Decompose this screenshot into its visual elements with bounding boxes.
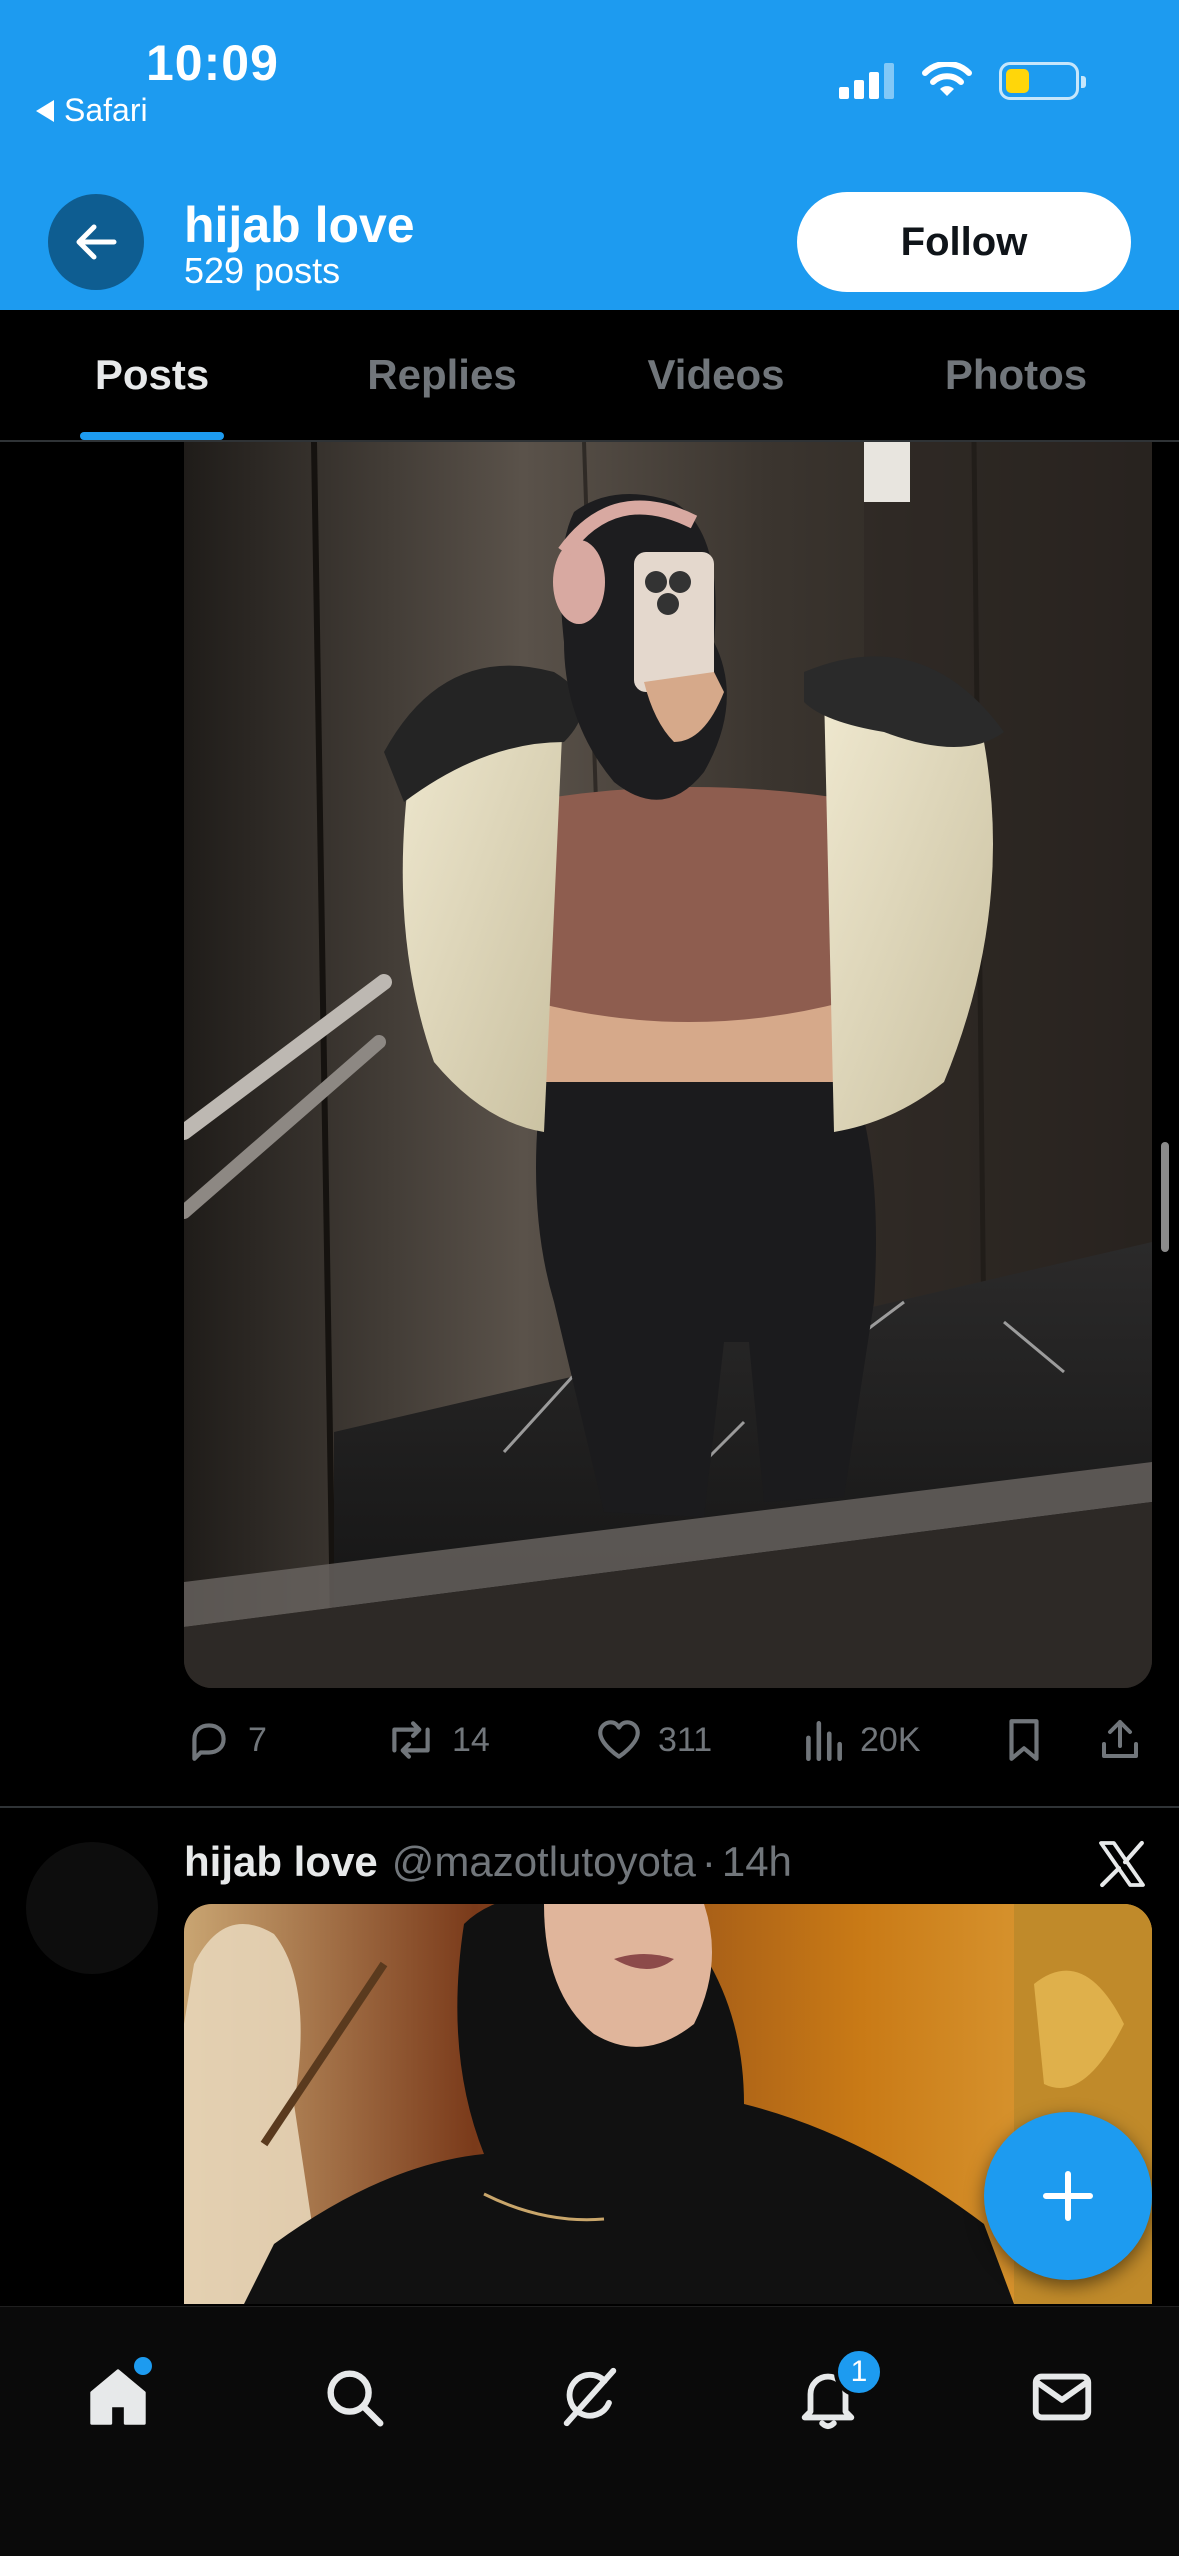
nav-grok[interactable] (540, 2347, 640, 2447)
profile-tabs: Posts Replies Videos Photos (0, 310, 1179, 442)
separator-dot: · (701, 1838, 716, 1885)
battery-fill (1006, 69, 1030, 93)
share-icon (1102, 1720, 1138, 1758)
back-button[interactable] (48, 194, 144, 290)
post-time[interactable]: 14h (722, 1838, 792, 1886)
status-time: 10:09 (146, 35, 279, 91)
tab-replies[interactable]: Replies (330, 310, 554, 440)
reply-action[interactable]: 7 (184, 1710, 267, 1770)
reply-count: 7 (248, 1720, 267, 1759)
profile-name: hijab love (184, 197, 415, 253)
tab-posts[interactable]: Posts (40, 310, 264, 440)
reply-icon (192, 1723, 226, 1761)
cellular-signal-icon (839, 63, 894, 99)
views-count: 20K (860, 1720, 921, 1759)
compose-post-button[interactable] (984, 2112, 1152, 2280)
messages-icon (1032, 2373, 1092, 2421)
grok-icon (563, 2367, 617, 2427)
nav-home[interactable] (68, 2347, 168, 2447)
plus-icon (1043, 2171, 1093, 2221)
like-action[interactable]: 311 (594, 1710, 712, 1770)
elevator-selfie-image (184, 442, 1152, 1688)
back-triangle-icon (36, 99, 54, 122)
repost-icon (392, 1721, 430, 1759)
author-handle[interactable]: @mazotlutoyota (392, 1838, 696, 1886)
post-media-photo[interactable] (184, 442, 1152, 1688)
bookmark-icon (1009, 1719, 1039, 1761)
avatar[interactable] (26, 1842, 158, 1974)
scrollbar[interactable] (1161, 1142, 1169, 1252)
profile-screen: 10:09 Safari hijab love 529 posts Follow… (0, 0, 1179, 2556)
repost-count: 14 (452, 1720, 490, 1759)
post-divider (0, 1806, 1179, 1808)
views-chart-icon (806, 1721, 842, 1762)
back-app-label: Safari (64, 92, 148, 128)
search-icon (327, 2370, 384, 2427)
wifi-icon (922, 62, 972, 96)
bookmark-action[interactable] (1002, 1710, 1046, 1770)
follow-button[interactable]: Follow (797, 192, 1131, 292)
arrow-left-icon (76, 224, 117, 260)
author-name[interactable]: hijab love (184, 1838, 378, 1886)
post-count: 529 posts (184, 250, 341, 291)
share-action[interactable] (1096, 1710, 1144, 1770)
tab-videos[interactable]: Videos (604, 310, 828, 440)
post-actions: 7 14 311 20K (184, 1710, 1144, 1770)
views-action[interactable]: 20K (800, 1710, 921, 1770)
nav-messages[interactable] (1012, 2347, 1112, 2447)
x-logo-icon[interactable] (1094, 1836, 1150, 1892)
repost-action[interactable]: 14 (384, 1710, 490, 1770)
like-count: 311 (658, 1720, 713, 1759)
tab-photos[interactable]: Photos (904, 310, 1128, 440)
profile-header: 10:09 Safari hijab love 529 posts Follow (0, 0, 1179, 310)
bottom-navigation: 1 (0, 2306, 1179, 2556)
battery-icon (999, 62, 1086, 100)
home-new-dot (134, 2357, 152, 2375)
active-tab-indicator (80, 432, 224, 440)
notification-badge: 1 (834, 2347, 884, 2397)
nav-search[interactable] (304, 2347, 404, 2447)
status-icons (839, 62, 1086, 100)
post-header: hijab love @mazotlutoyota · 14h (184, 1832, 792, 1892)
heart-icon (598, 1720, 640, 1759)
back-to-safari[interactable]: Safari (36, 92, 148, 129)
nav-notifications[interactable]: 1 (778, 2347, 884, 2447)
